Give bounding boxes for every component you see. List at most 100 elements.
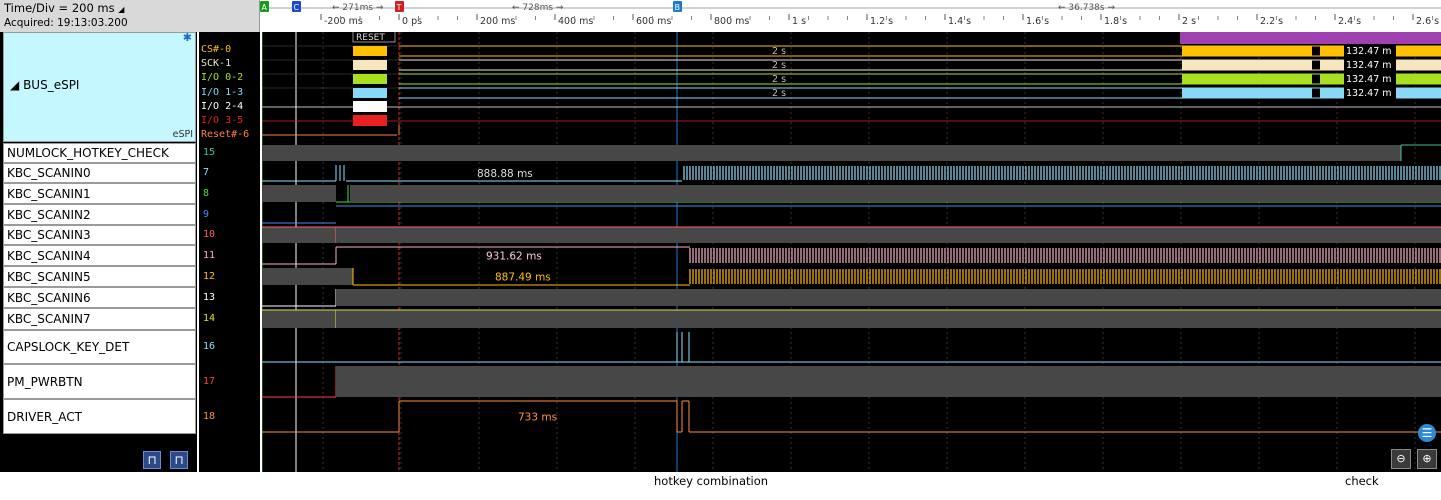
signal-name-row[interactable]: KBC_SCANIN4 xyxy=(3,245,196,266)
signal-name-label: KBC_SCANIN1 xyxy=(7,186,91,201)
caption-check: check xyxy=(1345,474,1379,488)
signal-name-row[interactable]: CAPSLOCK_KEY_DET xyxy=(3,330,196,364)
header-panel: Time/Div = 200 ms ◢ Acquired: 19:13:03.2… xyxy=(0,0,260,32)
bus-line-label: I/O 3-5 xyxy=(201,115,244,126)
pin-icon[interactable]: ✱ xyxy=(183,31,192,44)
ruler-tick-label: 1.4 s xyxy=(948,16,971,27)
waveform-area[interactable]: RESET 2 s 2 s 2 s 2 s 132.47 m 132.47 m 132.47 … xyxy=(262,32,1441,472)
signal-name-row[interactable]: KBC_SCANIN6 xyxy=(3,287,196,308)
signal-name-row[interactable]: KBC_SCANIN0 xyxy=(3,163,196,183)
add-trigger-icon[interactable]: ⊓ xyxy=(143,451,161,469)
ruler-tick-label: -200 ms xyxy=(324,16,363,27)
bus-burst xyxy=(353,46,387,56)
ruler-tick-label: 1 s xyxy=(792,16,806,27)
channel-number: 14 xyxy=(203,313,216,324)
cursor-marker-label: T xyxy=(396,3,402,12)
signal-name-row[interactable]: KBC_SCANIN7 xyxy=(3,308,196,330)
ruler-tick-label: 0 ps xyxy=(402,16,422,27)
channel-number: 11 xyxy=(203,249,216,261)
signal-name-row[interactable]: DRIVER_ACT xyxy=(3,399,196,434)
bus-burst xyxy=(1182,60,1312,70)
measurement-label: 887.49 ms xyxy=(495,272,551,284)
bus-espi-group[interactable]: ✱ ◢ BUS_eSPI eSPI xyxy=(3,31,196,142)
bus-line-label: I/O 1-3 xyxy=(201,86,244,98)
signal-high-band xyxy=(336,289,1441,306)
caption-hotkey: hotkey combination xyxy=(654,474,769,488)
bus-burst xyxy=(1182,88,1312,98)
bus-period-label: 2 s xyxy=(772,60,786,71)
ruler-tick-label: 2.2 s xyxy=(1260,16,1283,27)
signal-name-row[interactable]: KBC_SCANIN1 xyxy=(3,183,196,204)
zoom-in-icon[interactable]: ⊕ xyxy=(1417,449,1437,469)
ruler-tick-label: 1.6 s xyxy=(1026,16,1049,27)
bus-burst xyxy=(1182,46,1312,56)
channel-number: 15 xyxy=(203,147,216,158)
ruler-tick-label: 2 s xyxy=(1182,16,1196,27)
signal-name-label: NUMLOCK_HOTKEY_CHECK xyxy=(7,146,169,160)
signal-high-band xyxy=(262,310,336,328)
bus-line-label: I/O 0-2 xyxy=(201,72,244,84)
ruler-tick-label: 800 ms xyxy=(714,16,749,27)
signal-high-band xyxy=(262,268,353,285)
zoom-out-icon[interactable]: ⊖ xyxy=(1391,449,1411,469)
acquired-timestamp: Acquired: 19:13:03.200 xyxy=(4,17,128,29)
ruler-tick-label: 1.2 s xyxy=(870,16,893,27)
bus-period-label: 2 s xyxy=(772,88,786,99)
dropdown-arrow-icon: ◢ xyxy=(118,5,125,14)
channel-number: 12 xyxy=(203,270,216,282)
channel-number: 7 xyxy=(203,167,210,178)
ruler-tick-label: 400 ms xyxy=(558,16,593,27)
signal-name-label: DRIVER_ACT xyxy=(7,409,82,424)
signal-name-row[interactable]: NUMLOCK_HOTKEY_CHECK xyxy=(3,143,196,163)
bus-period-label: 2 s xyxy=(772,74,786,85)
bus-measure-label: 132.47 m xyxy=(1346,46,1392,57)
bus-measure-label: 132.47 m xyxy=(1346,60,1392,71)
list-icon[interactable]: ☰ xyxy=(1418,424,1436,442)
cursor-marker-label: B xyxy=(675,3,681,12)
signal-name-label: KBC_SCANIN3 xyxy=(7,228,91,242)
bus-measure-label: 132.47 m xyxy=(1346,74,1392,85)
time-ruler-graphic[interactable]: -200 ms 0 ps 200 ms 400 ms 600 ms 800 ms 1 s 1.… xyxy=(260,0,1441,32)
measurement-label: 888.88 ms xyxy=(477,168,533,180)
bus-line-label: I/O 2-4 xyxy=(201,100,244,112)
bus-type-tag: eSPI xyxy=(172,129,193,140)
signal-name-label: PM_PWRBTN xyxy=(7,374,83,389)
signal-name-label: KBC_SCANIN5 xyxy=(7,269,91,284)
bus-line-label: SCK-1 xyxy=(201,58,232,70)
channel-number: 13 xyxy=(203,291,216,303)
signal-name-label: KBC_SCANIN4 xyxy=(7,248,91,263)
ruler-tick-label: 200 ms xyxy=(480,16,515,27)
waveform-graphic[interactable]: RESET 2 s 2 s 2 s 2 s 132.47 m 132.47 m 132.47 … xyxy=(262,32,1441,472)
bus-burst xyxy=(1182,74,1312,84)
collapse-triangle-icon[interactable]: ◢ xyxy=(10,78,19,92)
measurement-label: 733 ms xyxy=(518,412,557,424)
channel-number: 10 xyxy=(203,229,216,240)
add-trigger-alt-icon[interactable]: ⊓ xyxy=(170,451,188,469)
cursor-delta-label: ← 728ms → xyxy=(512,3,564,13)
cursor-delta-label: ← 271ms → xyxy=(332,3,384,13)
bus-burst xyxy=(353,115,387,126)
signal-name-label: KBC_SCANIN0 xyxy=(7,166,91,180)
signal-name-label: KBC_SCANIN2 xyxy=(7,207,91,222)
signal-high-band xyxy=(336,310,1441,328)
cursor-marker-label: C xyxy=(294,3,300,12)
ruler-tick-label: 2.4 s xyxy=(1338,16,1361,27)
signal-high-band xyxy=(262,185,336,202)
bus-period-label: 2 s xyxy=(772,46,786,57)
bus-burst xyxy=(353,88,387,98)
signal-high-band xyxy=(350,185,1441,202)
signal-high-band xyxy=(336,366,1441,397)
signal-high-band xyxy=(262,227,336,243)
time-ruler[interactable]: -200 ms 0 ps 200 ms 400 ms 600 ms 800 ms 1 s 1.… xyxy=(260,0,1441,32)
measurement-label: 931.62 ms xyxy=(486,251,542,263)
bus-line-label: Reset#-6 xyxy=(201,129,250,141)
signal-name-row[interactable]: KBC_SCANIN3 xyxy=(3,225,196,245)
ruler-tick-label: 600 ms xyxy=(636,16,671,27)
signal-name-row[interactable]: KBC_SCANIN5 xyxy=(3,266,196,287)
bus-burst xyxy=(353,101,387,112)
bus-espi-label[interactable]: ◢ BUS_eSPI xyxy=(10,78,79,92)
signal-name-row[interactable]: KBC_SCANIN2 xyxy=(3,204,196,225)
bus-burst xyxy=(353,60,387,70)
time-div-setting[interactable]: Time/Div = 200 ms ◢ xyxy=(4,1,124,15)
signal-name-row[interactable]: PM_PWRBTN xyxy=(3,364,196,399)
